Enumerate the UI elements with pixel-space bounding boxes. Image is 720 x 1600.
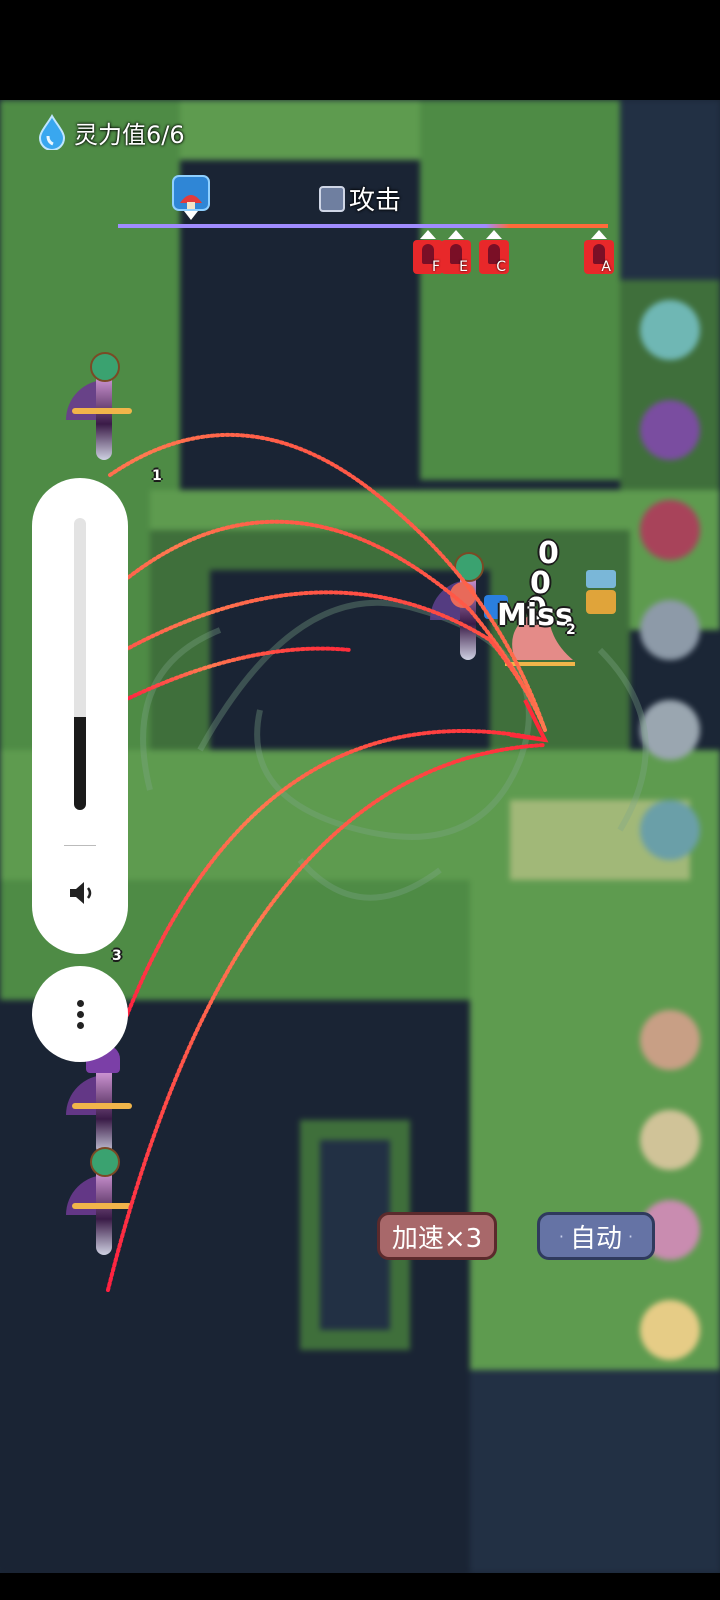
more-options-button[interactable]: [32, 966, 128, 1062]
volume-level: [74, 717, 86, 810]
speaker-icon[interactable]: [66, 878, 96, 908]
more-dots-icon: [77, 1022, 84, 1029]
more-dots-icon: [77, 1000, 84, 1007]
auto-label: 自动: [569, 1223, 622, 1254]
volume-panel[interactable]: [32, 478, 128, 954]
divider: [64, 845, 96, 846]
more-dots-icon: [77, 1011, 84, 1018]
auto-battle-button[interactable]: · 自动 ·: [537, 1212, 655, 1260]
auto-suffix: ·: [628, 1226, 634, 1246]
navigation-bar: [0, 1573, 720, 1600]
auto-prefix: ·: [558, 1226, 564, 1246]
speed-up-button[interactable]: 加速×3: [377, 1212, 497, 1260]
